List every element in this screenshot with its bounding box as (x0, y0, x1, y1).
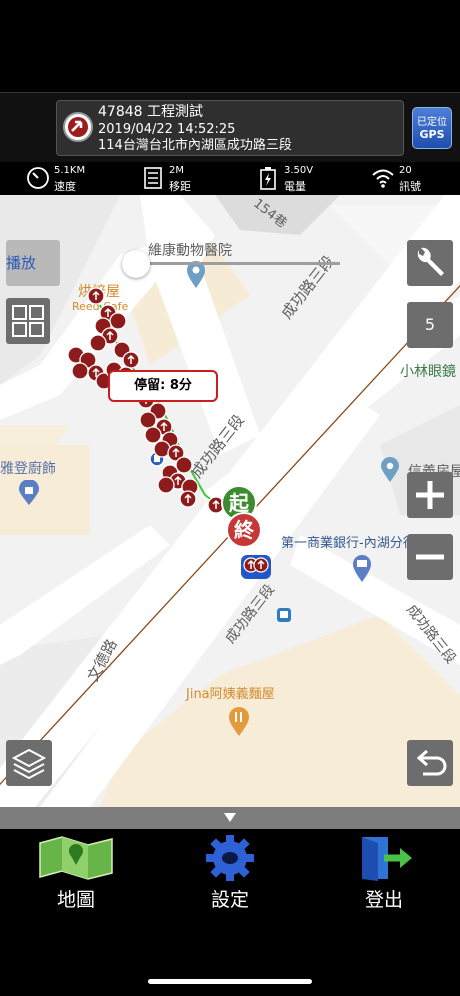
stat-distance-label: 移距 (169, 180, 191, 193)
map-icon (39, 836, 113, 880)
status-bar-area (0, 0, 460, 92)
layout-grid-button[interactable] (6, 298, 50, 344)
stat-battery-value: 3.50V (284, 165, 314, 176)
play-button[interactable]: 播放 (6, 240, 60, 286)
chevron-down-icon (224, 813, 236, 822)
playback-slider[interactable] (122, 250, 340, 278)
wrench-icon (417, 247, 444, 276)
stat-battery-label: 電量 (284, 180, 306, 193)
app-screen: 47848 工程測試 2019/04/22 14:52:25 114台灣台北市內… (0, 0, 460, 996)
nav-item-map[interactable]: 地圖 (16, 829, 136, 919)
nav-item-settings[interactable]: 設定 (170, 829, 290, 919)
distance-icon (144, 167, 162, 189)
vehicle-name: 47848 工程測試 (98, 104, 203, 120)
grid-layout-icon (12, 305, 44, 337)
vehicle-address: 114台灣台北市內湖區成功路三段 (98, 138, 292, 153)
gear-icon (206, 835, 254, 881)
bottom-panel-handle[interactable] (0, 807, 460, 829)
gps-status-button[interactable]: 已定位 GPS (412, 107, 452, 149)
tools-button[interactable] (407, 240, 453, 286)
gps-label: GPS (419, 128, 445, 141)
minus-icon (416, 554, 444, 560)
zoom-level-display: 5 (407, 302, 453, 348)
stat-speed-value: 5.1KM (54, 165, 86, 176)
home-indicator (148, 979, 312, 984)
slider-track (132, 262, 340, 265)
map-layers-button[interactable] (6, 740, 52, 786)
bottom-navigation: 地圖 設定 登出 (0, 829, 460, 996)
stat-speed-label: 速度 (54, 180, 76, 193)
vehicle-direction-icon (63, 112, 93, 142)
stay-duration-popup: 停留: 8分 (108, 370, 218, 402)
vehicle-datetime: 2019/04/22 14:52:25 (98, 122, 236, 137)
route-end-marker: 終 (226, 512, 262, 548)
zoom-out-button[interactable] (407, 534, 453, 580)
slider-thumb[interactable] (122, 250, 150, 278)
wifi-signal-icon (372, 169, 394, 188)
battery-icon (260, 167, 276, 190)
layers-icon (11, 748, 47, 780)
gps-status-text: 已定位 (417, 117, 447, 128)
nav-label-logout: 登出 (364, 889, 403, 911)
plus-icon (416, 481, 444, 509)
nav-label-map: 地圖 (56, 889, 95, 911)
nav-label-settings: 設定 (210, 889, 249, 911)
vehicle-position-icon (241, 555, 271, 579)
back-button[interactable] (407, 740, 453, 786)
stat-signal-label: 訊號 (399, 180, 421, 193)
stats-row: 5.1KM 速度 2M 移距 3.50V 電量 20 訊號 (0, 163, 460, 195)
stat-distance-value: 2M (169, 165, 184, 176)
logout-door-icon (362, 837, 412, 881)
stat-signal-value: 20 (399, 165, 412, 176)
undo-arrow-icon (416, 749, 447, 776)
speedometer-icon (27, 167, 49, 189)
nav-item-logout[interactable]: 登出 (324, 829, 444, 919)
zoom-in-button[interactable] (407, 472, 453, 518)
